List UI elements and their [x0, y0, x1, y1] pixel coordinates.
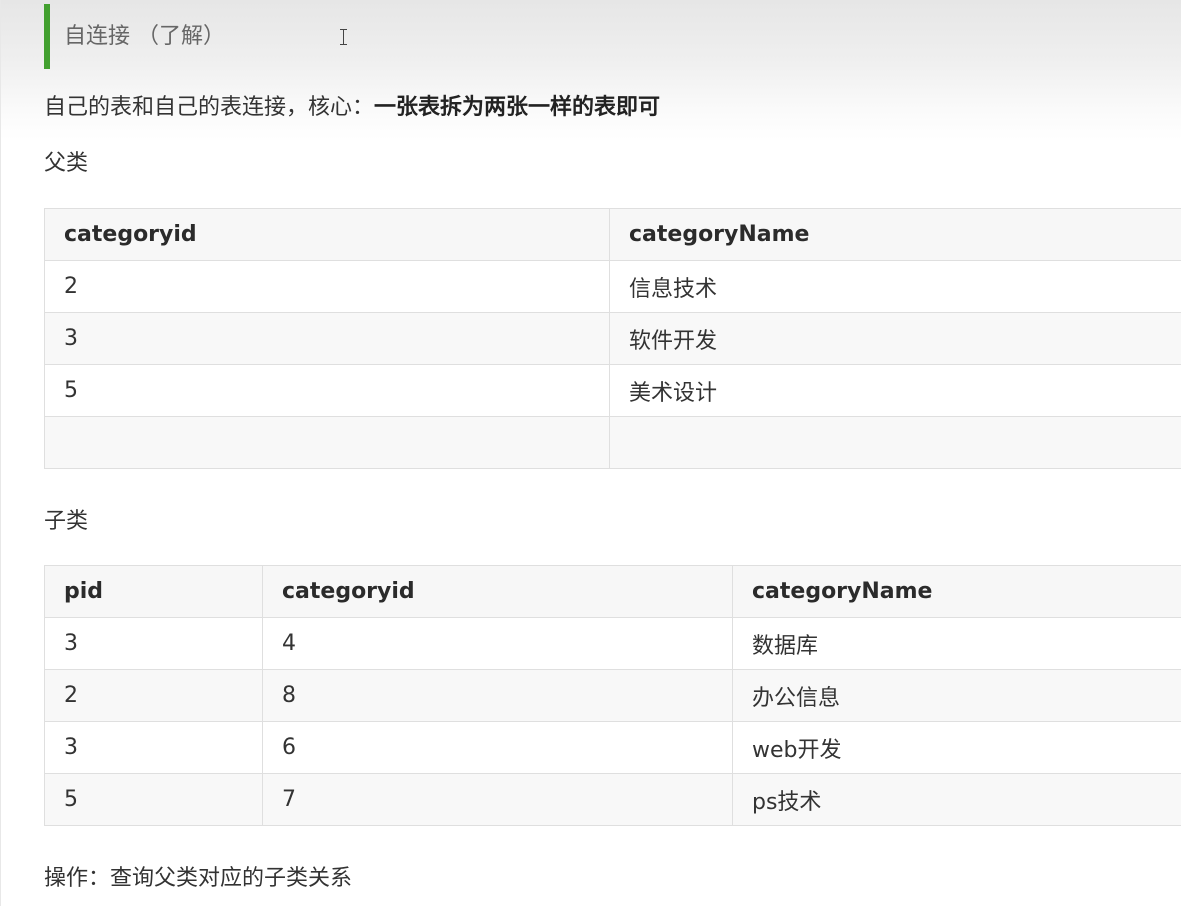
column-header-pid: pid	[44, 565, 263, 618]
intro-text: 自己的表和自己的表连接，核心：	[44, 95, 375, 120]
parent-table: categoryid categoryName 2 信息技术 3 软件开发 5 …	[44, 208, 1181, 469]
table-header-row: pid categoryid categoryName	[44, 565, 1181, 618]
table-row: 2 8 办公信息	[44, 669, 1181, 722]
operation-paragraph: 操作：查询父类对应的子类关系	[44, 866, 353, 891]
intro-paragraph: 自己的表和自己的表连接，核心：一张表拆为两张一样的表即可	[44, 93, 660, 123]
blockquote: 自连接 （了解）	[44, 4, 1181, 69]
child-table: pid categoryid categoryName 3 4 数据库 2 8 …	[44, 565, 1181, 826]
child-heading: 子类	[44, 509, 89, 534]
table-cell: 8	[262, 669, 733, 722]
column-header-categoryid: categoryid	[262, 565, 733, 618]
table-cell: web开发	[732, 721, 1181, 774]
table-cell: 美术设计	[609, 364, 1181, 417]
table-row: 3 6 web开发	[44, 721, 1181, 774]
table-header-row: categoryid categoryName	[44, 208, 1181, 261]
table-cell: 软件开发	[609, 312, 1181, 365]
table-row: 5 美术设计	[44, 364, 1181, 417]
table-cell: 7	[262, 773, 733, 826]
table-row	[44, 416, 1181, 469]
column-header-categoryid: categoryid	[44, 208, 610, 261]
table-cell: 3	[44, 312, 610, 365]
table-row: 5 7 ps技术	[44, 773, 1181, 826]
intro-bold-text: 一张表拆为两张一样的表即可	[374, 95, 661, 120]
table-cell: 信息技术	[609, 260, 1181, 313]
column-header-categoryname: categoryName	[732, 565, 1181, 618]
table-cell: 3	[44, 617, 263, 670]
table-cell: 5	[44, 364, 610, 417]
parent-heading: 父类	[44, 151, 89, 176]
table-row: 3 4 数据库	[44, 617, 1181, 670]
table-cell: 5	[44, 773, 263, 826]
column-header-categoryname: categoryName	[609, 208, 1181, 261]
table-cell: 3	[44, 721, 263, 774]
table-cell: 6	[262, 721, 733, 774]
table-cell: ps技术	[732, 773, 1181, 826]
table-cell: 办公信息	[732, 669, 1181, 722]
table-cell: 4	[262, 617, 733, 670]
table-cell: 2	[44, 669, 263, 722]
table-cell	[609, 416, 1181, 469]
table-cell: 数据库	[732, 617, 1181, 670]
table-row: 2 信息技术	[44, 260, 1181, 313]
blockquote-text: 自连接 （了解）	[64, 24, 225, 49]
text-cursor-icon	[340, 29, 347, 45]
page-left-edge	[0, 0, 1, 906]
table-cell: 2	[44, 260, 610, 313]
table-row: 3 软件开发	[44, 312, 1181, 365]
table-cell	[44, 416, 610, 469]
